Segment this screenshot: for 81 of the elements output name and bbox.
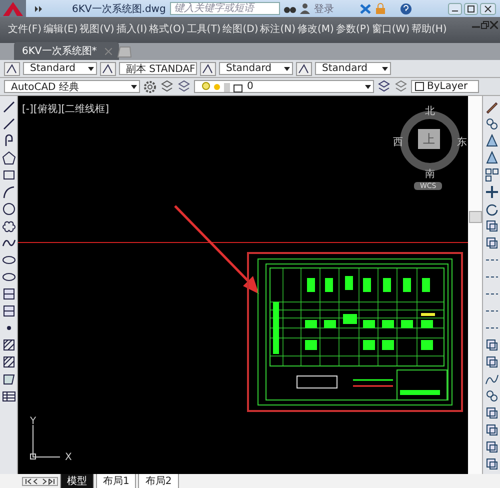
menu-item[interactable]: 视图(V) bbox=[80, 24, 114, 36]
line-icon[interactable] bbox=[2, 100, 16, 114]
scrollbar[interactable] bbox=[468, 96, 482, 474]
swatch-icon bbox=[415, 82, 424, 91]
style-dropdown[interactable]: Standard bbox=[219, 62, 293, 75]
pencil-icon[interactable] bbox=[484, 100, 498, 114]
ellipse-icon[interactable] bbox=[2, 270, 16, 284]
viewport-label[interactable]: [-][俯视][二维线框] bbox=[22, 102, 110, 116]
layout-tab[interactable]: 模型 bbox=[60, 474, 94, 488]
circle-icon[interactable] bbox=[2, 202, 16, 216]
rotate-icon[interactable] bbox=[484, 202, 498, 216]
compass-label[interactable]: 东 bbox=[457, 135, 467, 149]
arc-icon[interactable] bbox=[2, 185, 16, 199]
tab-navigation-icon[interactable] bbox=[22, 476, 58, 486]
help-icon[interactable] bbox=[400, 2, 412, 14]
menu-item[interactable]: 修改(M) bbox=[298, 24, 334, 36]
menu-item[interactable]: 绘图(D) bbox=[222, 24, 258, 36]
style-icon[interactable] bbox=[200, 62, 216, 76]
axis-label: Y bbox=[30, 416, 36, 427]
close-icon[interactable] bbox=[480, 2, 496, 14]
style-icon[interactable] bbox=[296, 62, 312, 76]
layers-icon[interactable] bbox=[377, 80, 391, 94]
cloud-icon[interactable] bbox=[2, 219, 16, 233]
minimize-icon[interactable] bbox=[448, 2, 462, 14]
user-icon[interactable] bbox=[300, 3, 310, 14]
line-icon[interactable] bbox=[2, 117, 16, 131]
caret-icon bbox=[365, 84, 371, 88]
rectangle-icon[interactable] bbox=[2, 168, 16, 182]
circles-icon[interactable] bbox=[484, 389, 498, 403]
layers-icon[interactable] bbox=[177, 80, 191, 94]
menu-item[interactable]: 窗口(W) bbox=[372, 24, 410, 36]
menu-item[interactable]: 帮助(H) bbox=[412, 24, 447, 36]
layers-icon[interactable] bbox=[160, 80, 174, 94]
triangle-icon[interactable] bbox=[484, 134, 498, 148]
compass-label[interactable]: 南 bbox=[425, 167, 435, 181]
caret-icon bbox=[382, 66, 388, 70]
wave-icon[interactable] bbox=[484, 372, 498, 386]
window-title: 6KV一次系统图.dwg bbox=[72, 2, 166, 16]
pentagon-icon[interactable] bbox=[2, 151, 16, 165]
maximize-icon[interactable] bbox=[464, 2, 478, 14]
style-icon[interactable] bbox=[4, 62, 20, 76]
menu-item[interactable]: 编辑(E) bbox=[44, 24, 78, 36]
menu-item[interactable]: 格式(O) bbox=[149, 24, 185, 36]
caret-icon bbox=[131, 84, 137, 88]
layer-state-icon bbox=[201, 80, 245, 92]
block-icon[interactable] bbox=[2, 304, 16, 318]
menu-item[interactable]: 工具(T) bbox=[186, 24, 221, 36]
layout-tab[interactable]: 布局2 bbox=[138, 474, 179, 488]
table-icon[interactable] bbox=[2, 389, 16, 403]
menu-item[interactable]: 文件(F) bbox=[8, 24, 42, 36]
triangle-icon[interactable] bbox=[484, 151, 498, 165]
axis-label: X bbox=[65, 452, 72, 463]
caret-icon bbox=[88, 66, 94, 70]
style-dropdown[interactable]: 副本 STANDAF bbox=[119, 62, 197, 75]
gear-icon[interactable] bbox=[143, 80, 157, 94]
grid-icon[interactable] bbox=[484, 168, 498, 182]
new-tab-icon[interactable] bbox=[116, 46, 132, 58]
layer-dropdown[interactable]: 0 bbox=[194, 80, 374, 93]
ellipse-icon[interactable] bbox=[2, 253, 16, 267]
caret-icon bbox=[284, 66, 290, 70]
color-dropdown[interactable]: ByLayer bbox=[411, 80, 479, 93]
menu-item[interactable]: 参数(P) bbox=[336, 24, 370, 36]
style-icon[interactable] bbox=[100, 62, 116, 76]
block-icon[interactable] bbox=[2, 287, 16, 301]
menu-item[interactable]: 插入(I) bbox=[116, 24, 148, 36]
style-dropdown[interactable]: Standard bbox=[23, 62, 97, 75]
style-dropdown[interactable]: Standard bbox=[315, 62, 391, 75]
circles-icon[interactable] bbox=[484, 117, 498, 131]
move-icon[interactable] bbox=[484, 185, 498, 199]
restore-icon[interactable] bbox=[481, 21, 489, 29]
sign-in-link[interactable]: 登录 bbox=[314, 2, 334, 16]
scroll-thumb[interactable] bbox=[469, 211, 482, 223]
compass-label[interactable]: 西 bbox=[393, 135, 403, 149]
hatch-icon[interactable] bbox=[2, 355, 16, 369]
workspace-dropdown[interactable]: AutoCAD 经典 bbox=[4, 80, 140, 93]
layout-tab[interactable]: 布局1 bbox=[96, 474, 136, 488]
exchange-icon[interactable] bbox=[360, 4, 371, 14]
hatch-icon[interactable] bbox=[2, 338, 16, 352]
region-icon[interactable] bbox=[2, 372, 16, 386]
document-tab[interactable]: 6KV一次系统图* bbox=[14, 42, 119, 60]
menu-item[interactable]: 标注(N) bbox=[260, 24, 296, 36]
